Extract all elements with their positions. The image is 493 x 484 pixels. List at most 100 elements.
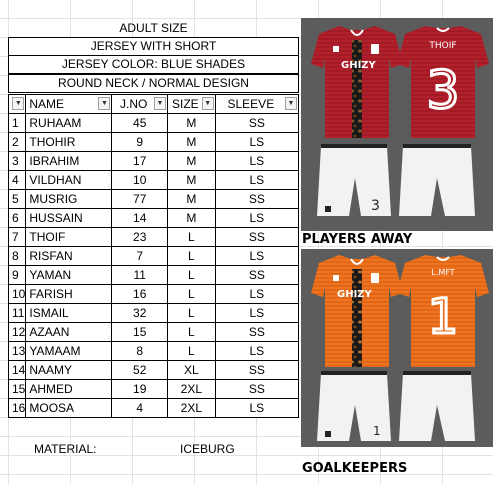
jersey-number-cell[interactable]: 9 — [111, 132, 168, 152]
filter-dropdown-icon[interactable]: ▼ — [153, 97, 166, 110]
size-title[interactable]: ADULT SIZE — [8, 19, 299, 37]
name-cell[interactable]: YAMAAM — [25, 341, 113, 361]
col-header-size[interactable]: SIZE ▼ — [166, 94, 216, 114]
size-cell[interactable]: L — [166, 284, 216, 304]
name-cell[interactable]: AHMED — [25, 379, 113, 399]
name-cell[interactable]: AZAAN — [25, 322, 113, 342]
jersey-number-cell[interactable]: 15 — [111, 322, 168, 342]
jersey-number-cell[interactable]: 10 — [111, 170, 168, 190]
size-cell[interactable]: L — [166, 227, 216, 247]
away-kit-image[interactable]: GHIZY THOIF 3 3 — [301, 18, 493, 231]
sleeve-cell[interactable]: SS — [214, 322, 300, 342]
material-label[interactable]: MATERIAL: — [34, 442, 96, 456]
name-cell[interactable]: YAMAN — [25, 265, 113, 285]
size-cell[interactable]: M — [166, 113, 216, 133]
size-cell[interactable]: L — [166, 303, 216, 323]
jersey-number-cell[interactable]: 16 — [111, 284, 168, 304]
jersey-number-cell[interactable]: 32 — [111, 303, 168, 323]
name-cell[interactable]: RISFAN — [25, 246, 113, 266]
name-cell[interactable]: THOHIR — [25, 132, 113, 152]
name-cell[interactable]: NAAMY — [25, 360, 113, 380]
size-cell[interactable]: XL — [166, 360, 216, 380]
jersey-number-cell[interactable]: 11 — [111, 265, 168, 285]
col-header-no[interactable]: ▼ — [7, 94, 27, 114]
filter-dropdown-icon[interactable]: ▼ — [285, 97, 297, 110]
row-number-cell[interactable]: 3 — [7, 151, 27, 171]
sleeve-cell[interactable]: LS — [214, 246, 300, 266]
sleeve-cell[interactable]: SS — [214, 265, 300, 285]
sleeve-cell[interactable]: SS — [214, 227, 300, 247]
row-number-cell[interactable]: 15 — [7, 379, 27, 399]
size-cell[interactable]: M — [166, 132, 216, 152]
sleeve-cell[interactable]: LS — [214, 303, 300, 323]
row-number-cell[interactable]: 1 — [7, 113, 27, 133]
name-cell[interactable]: MOOSA — [25, 398, 113, 418]
row-number-cell[interactable]: 10 — [7, 284, 27, 304]
sort-filter-dropdown-icon[interactable]: ▼ — [201, 97, 214, 110]
goalkeeper-kit-image[interactable]: GHIZY L.MFT 1 1 — [301, 249, 493, 447]
name-cell[interactable]: RUHAAM — [25, 113, 113, 133]
sleeve-cell[interactable]: LS — [214, 208, 300, 228]
design-cell[interactable]: ROUND NECK / NORMAL DESIGN — [8, 74, 299, 93]
sleeve-cell[interactable]: SS — [214, 189, 300, 209]
size-cell[interactable]: M — [166, 170, 216, 190]
size-cell[interactable]: L — [166, 246, 216, 266]
size-cell[interactable]: L — [166, 265, 216, 285]
size-cell[interactable]: M — [166, 151, 216, 171]
kit-type-cell[interactable]: JERSEY WITH SHORT — [8, 37, 299, 56]
col-header-sleeve[interactable]: SLEEVE ▼ — [214, 94, 300, 114]
size-cell[interactable]: M — [166, 208, 216, 228]
size-cell[interactable]: L — [166, 341, 216, 361]
jersey-number-cell[interactable]: 17 — [111, 151, 168, 171]
row-number-cell[interactable]: 14 — [7, 360, 27, 380]
players-away-title[interactable]: PLAYERS AWAY — [302, 232, 412, 247]
name-cell[interactable]: THOIF — [25, 227, 113, 247]
sleeve-cell[interactable]: LS — [214, 170, 300, 190]
sleeve-cell[interactable]: LS — [214, 132, 300, 152]
row-number-cell[interactable]: 2 — [7, 132, 27, 152]
row-number-cell[interactable]: 12 — [7, 322, 27, 342]
size-cell[interactable]: 2XL — [166, 398, 216, 418]
row-number-cell[interactable]: 7 — [7, 227, 27, 247]
name-cell[interactable]: IBRAHIM — [25, 151, 113, 171]
sleeve-cell[interactable]: SS — [214, 360, 300, 380]
size-cell[interactable]: M — [166, 189, 216, 209]
row-number-cell[interactable]: 6 — [7, 208, 27, 228]
name-cell[interactable]: VILDHAN — [25, 170, 113, 190]
filter-dropdown-icon[interactable]: ▼ — [12, 97, 25, 110]
row-number-cell[interactable]: 11 — [7, 303, 27, 323]
row-number-cell[interactable]: 4 — [7, 170, 27, 190]
name-cell[interactable]: ISMAIL — [25, 303, 113, 323]
sleeve-cell[interactable]: SS — [214, 379, 300, 399]
name-cell[interactable]: MUSRIG — [25, 189, 113, 209]
size-cell[interactable]: L — [166, 322, 216, 342]
sleeve-cell[interactable]: SS — [214, 113, 300, 133]
name-cell[interactable]: HUSSAIN — [25, 208, 113, 228]
material-value[interactable]: ICEBURG — [180, 442, 235, 456]
jersey-number-cell[interactable]: 8 — [111, 341, 168, 361]
goalkeepers-title[interactable]: GOALKEEPERS — [302, 461, 407, 476]
col-header-name[interactable]: NAME ▼ — [25, 94, 113, 114]
jersey-number-cell[interactable]: 23 — [111, 227, 168, 247]
name-cell[interactable]: FARISH — [25, 284, 113, 304]
col-header-jno[interactable]: J.NO ▼ — [111, 94, 168, 114]
row-number-cell[interactable]: 8 — [7, 246, 27, 266]
row-number-cell[interactable]: 16 — [7, 398, 27, 418]
sleeve-cell[interactable]: LS — [214, 398, 300, 418]
sleeve-cell[interactable]: LS — [214, 341, 300, 361]
row-number-cell[interactable]: 9 — [7, 265, 27, 285]
jersey-number-cell[interactable]: 52 — [111, 360, 168, 380]
jersey-number-cell[interactable]: 7 — [111, 246, 168, 266]
filter-dropdown-icon[interactable]: ▼ — [98, 97, 111, 110]
jersey-number-cell[interactable]: 4 — [111, 398, 168, 418]
sleeve-cell[interactable]: LS — [214, 151, 300, 171]
jersey-number-cell[interactable]: 45 — [111, 113, 168, 133]
jersey-number-cell[interactable]: 77 — [111, 189, 168, 209]
size-cell[interactable]: 2XL — [166, 379, 216, 399]
row-number-cell[interactable]: 5 — [7, 189, 27, 209]
row-number-cell[interactable]: 13 — [7, 341, 27, 361]
jersey-number-cell[interactable]: 14 — [111, 208, 168, 228]
jersey-number-cell[interactable]: 19 — [111, 379, 168, 399]
jersey-color-cell[interactable]: JERSEY COLOR: BLUE SHADES — [8, 55, 299, 74]
sleeve-cell[interactable]: LS — [214, 284, 300, 304]
